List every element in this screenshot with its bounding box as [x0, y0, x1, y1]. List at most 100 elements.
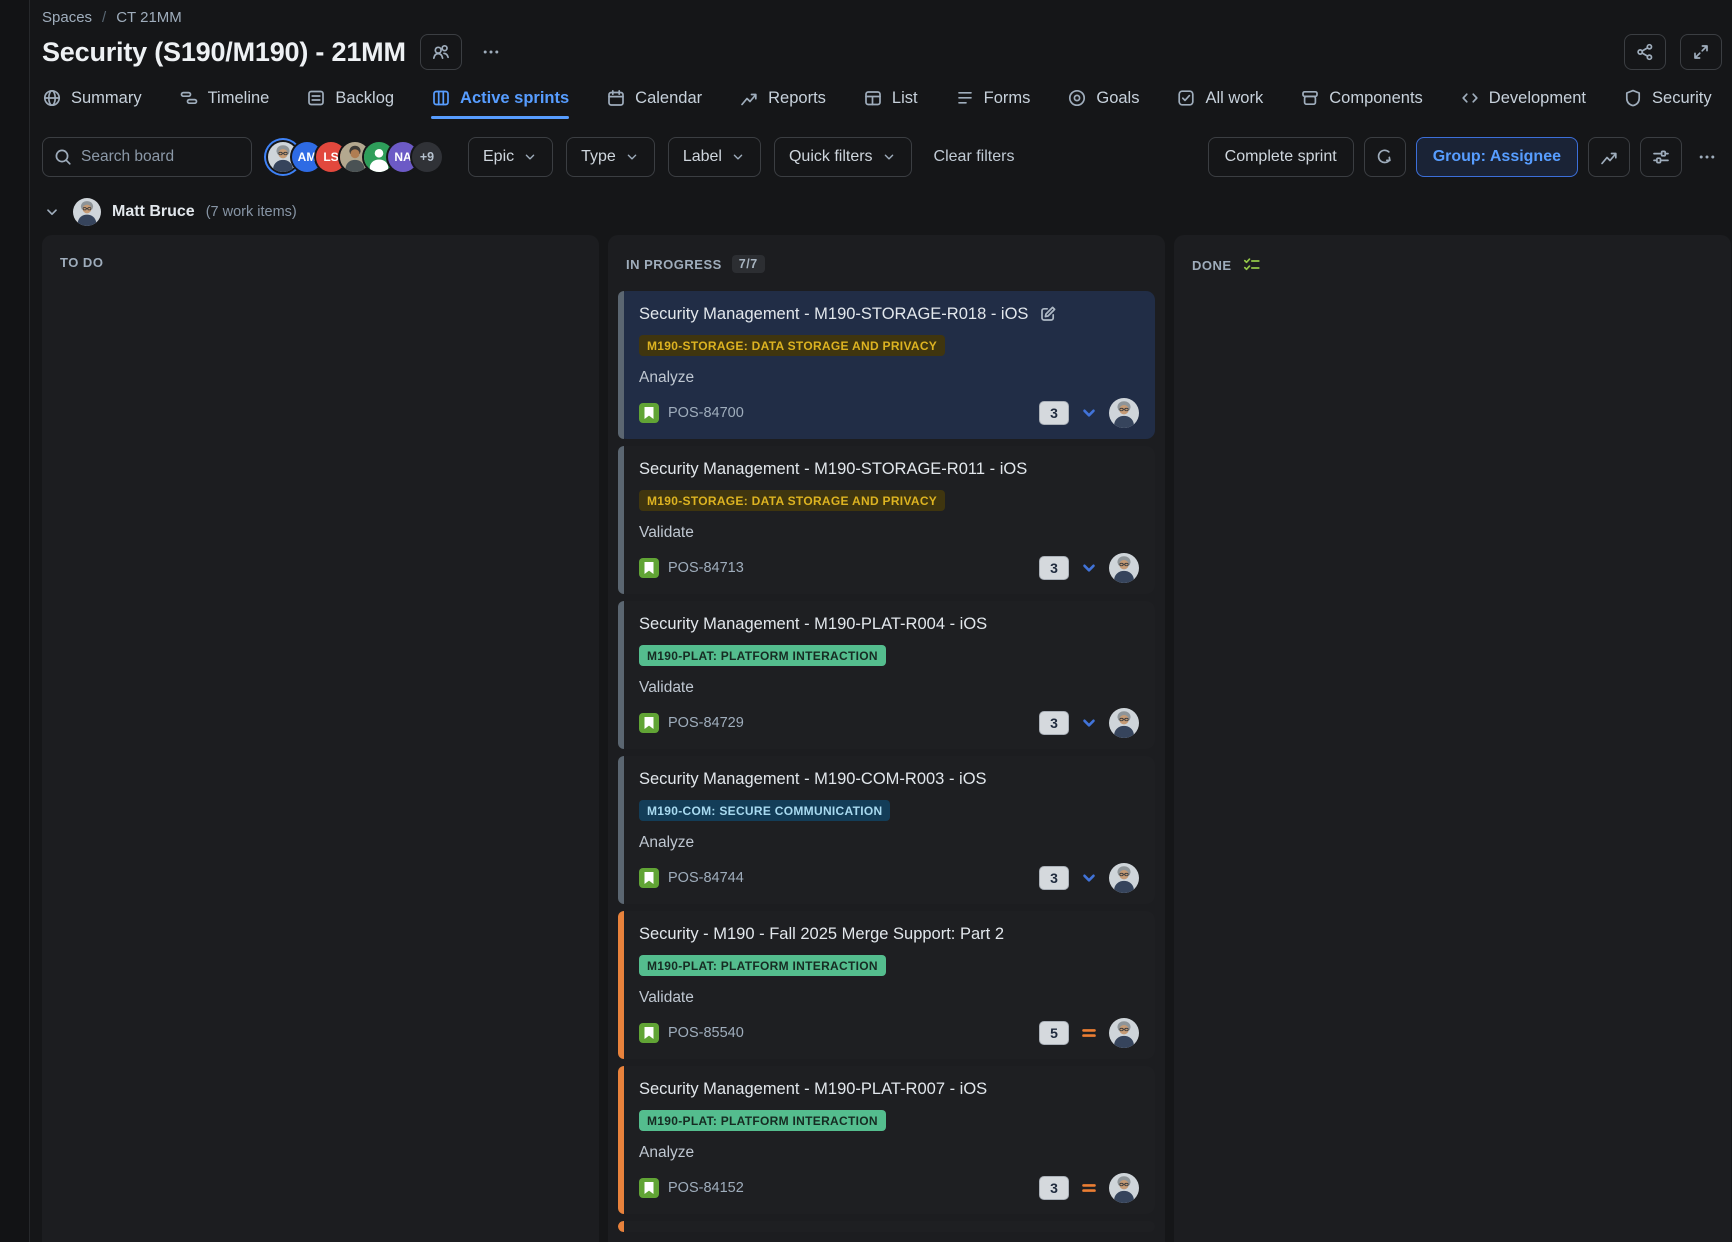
tab-timeline[interactable]: Timeline: [179, 88, 270, 119]
card-accent-bar: [618, 601, 624, 749]
tab-forms[interactable]: Forms: [955, 88, 1031, 119]
search-input[interactable]: [81, 148, 241, 166]
card-label-chip[interactable]: M190-STORAGE: DATA STORAGE AND PRIVACY: [639, 335, 945, 356]
group-by-button[interactable]: Group: Assignee: [1416, 137, 1578, 177]
assignee-name: Matt Bruce: [112, 203, 195, 221]
breadcrumb-project[interactable]: CT 21MM: [116, 9, 182, 26]
view-settings-button[interactable]: [1640, 137, 1682, 177]
allwork-icon: [1176, 88, 1196, 108]
clear-filters-button[interactable]: Clear filters: [934, 148, 1015, 166]
assignee-avatar[interactable]: [1109, 398, 1139, 428]
share-button[interactable]: [1624, 34, 1666, 70]
tab-bar: Summary Timeline Backlog Active sprints Cale…: [42, 81, 1722, 119]
card-status: Analyze: [639, 367, 1139, 388]
card-accent-bar: [618, 291, 624, 439]
board-card[interactable]: Security Management - M190-STORAGE-R018 …: [618, 291, 1155, 439]
board-card[interactable]: Security - M190 - Fall 2025 Merge Suppor…: [618, 911, 1155, 1059]
timeline-icon: [179, 88, 199, 108]
estimate-badge[interactable]: 3: [1039, 556, 1069, 580]
estimate-badge[interactable]: 3: [1039, 401, 1069, 425]
board-card-partial[interactable]: [618, 1221, 1155, 1232]
board-card[interactable]: Security Management - M190-STORAGE-R011 …: [618, 446, 1155, 594]
card-key[interactable]: POS-84700: [668, 405, 744, 421]
card-accent-bar: [618, 911, 624, 1059]
tab-calendar[interactable]: Calendar: [606, 88, 702, 119]
title-more-button[interactable]: [476, 34, 506, 70]
board-people-button[interactable]: [420, 34, 462, 70]
card-status: Analyze: [639, 832, 1139, 853]
priority-medium-icon: [1078, 1177, 1100, 1199]
assignee-avatar[interactable]: [1109, 708, 1139, 738]
card-label-chip[interactable]: M190-PLAT: PLATFORM INTERACTION: [639, 1110, 886, 1131]
assignee-avatar[interactable]: [1109, 553, 1139, 583]
column-count-badge: 7/7: [732, 255, 765, 273]
edit-icon[interactable]: [1038, 304, 1058, 324]
type-filter-dropdown[interactable]: Type: [566, 137, 655, 177]
card-key[interactable]: POS-85540: [668, 1025, 744, 1041]
tab-security[interactable]: Security: [1623, 88, 1712, 119]
chevron-down-icon[interactable]: [42, 202, 62, 222]
card-key[interactable]: POS-84744: [668, 870, 744, 886]
assignee-avatar[interactable]: [1109, 863, 1139, 893]
insights-button[interactable]: [1588, 137, 1630, 177]
search-board-field[interactable]: [42, 137, 252, 177]
estimate-badge[interactable]: 3: [1039, 866, 1069, 890]
tab-reports[interactable]: Reports: [739, 88, 826, 119]
tab-all-work[interactable]: All work: [1176, 88, 1263, 119]
swimlane-header[interactable]: Matt Bruce (7 work items): [42, 197, 1722, 227]
card-key[interactable]: POS-84152: [668, 1180, 744, 1196]
tab-development[interactable]: Development: [1460, 88, 1586, 119]
tab-label: Calendar: [635, 89, 702, 108]
story-type-icon: [639, 713, 659, 733]
card-title: Security Management - M190-STORAGE-R018 …: [639, 303, 1028, 325]
assignee-avatar[interactable]: [1109, 1018, 1139, 1048]
story-type-icon: [639, 1178, 659, 1198]
story-type-icon: [639, 1023, 659, 1043]
card-title: Security Management - M190-PLAT-R004 - i…: [639, 613, 987, 635]
board: TO DOIN PROGRESS7/7Security Management -…: [42, 235, 1722, 1242]
chart-icon: [739, 88, 759, 108]
feedback-button[interactable]: [1364, 137, 1406, 177]
board-card[interactable]: Security Management - M190-PLAT-R004 - i…: [618, 601, 1155, 749]
sliders-icon: [1651, 147, 1671, 167]
quick-filters-filter-dropdown[interactable]: Quick filters: [774, 137, 912, 177]
card-label-chip[interactable]: M190-PLAT: PLATFORM INTERACTION: [639, 645, 886, 666]
estimate-badge[interactable]: 3: [1039, 711, 1069, 735]
dropdown-label: Label: [683, 148, 722, 166]
tab-goals[interactable]: Goals: [1067, 88, 1139, 119]
card-key[interactable]: POS-84713: [668, 560, 744, 576]
toolbar-more-button[interactable]: [1692, 139, 1722, 175]
card-label-chip[interactable]: M190-COM: SECURE COMMUNICATION: [639, 800, 890, 821]
breadcrumb-spaces[interactable]: Spaces: [42, 9, 92, 26]
tab-active-sprints[interactable]: Active sprints: [431, 88, 569, 119]
complete-sprint-button[interactable]: Complete sprint: [1208, 137, 1354, 177]
people-icon: [431, 42, 451, 62]
fullscreen-button[interactable]: [1680, 34, 1722, 70]
main-content: Spaces / CT 21MM Security (S190/M190) - …: [31, 0, 1732, 1242]
estimate-badge[interactable]: 5: [1039, 1021, 1069, 1045]
page-title: Security (S190/M190) - 21MM: [42, 37, 406, 68]
tab-components[interactable]: Components: [1300, 88, 1423, 119]
expand-icon: [1691, 42, 1711, 62]
label-filter-dropdown[interactable]: Label: [668, 137, 761, 177]
card-key[interactable]: POS-84729: [668, 715, 744, 731]
board-icon: [431, 88, 451, 108]
calendar-icon: [606, 88, 626, 108]
dropdown-label: Type: [581, 148, 616, 166]
board-card[interactable]: Security Management - M190-PLAT-R007 - i…: [618, 1066, 1155, 1214]
tab-list[interactable]: List: [863, 88, 918, 119]
card-label-chip[interactable]: M190-PLAT: PLATFORM INTERACTION: [639, 955, 886, 976]
card-label-chip[interactable]: M190-STORAGE: DATA STORAGE AND PRIVACY: [639, 490, 945, 511]
card-status: Validate: [639, 987, 1139, 1008]
estimate-badge[interactable]: 3: [1039, 1176, 1069, 1200]
assignee-avatar[interactable]: [1109, 1173, 1139, 1203]
board-card[interactable]: Security Management - M190-COM-R003 - iO…: [618, 756, 1155, 904]
card-accent-bar: [618, 446, 624, 594]
feedback-icon: [1375, 147, 1395, 167]
card-accent-bar: [618, 1221, 624, 1232]
avatar-overflow-count[interactable]: +9: [412, 142, 442, 172]
tab-label: All work: [1205, 89, 1263, 108]
tab-backlog[interactable]: Backlog: [306, 88, 394, 119]
epic-filter-dropdown[interactable]: Epic: [468, 137, 553, 177]
tab-summary[interactable]: Summary: [42, 88, 142, 119]
